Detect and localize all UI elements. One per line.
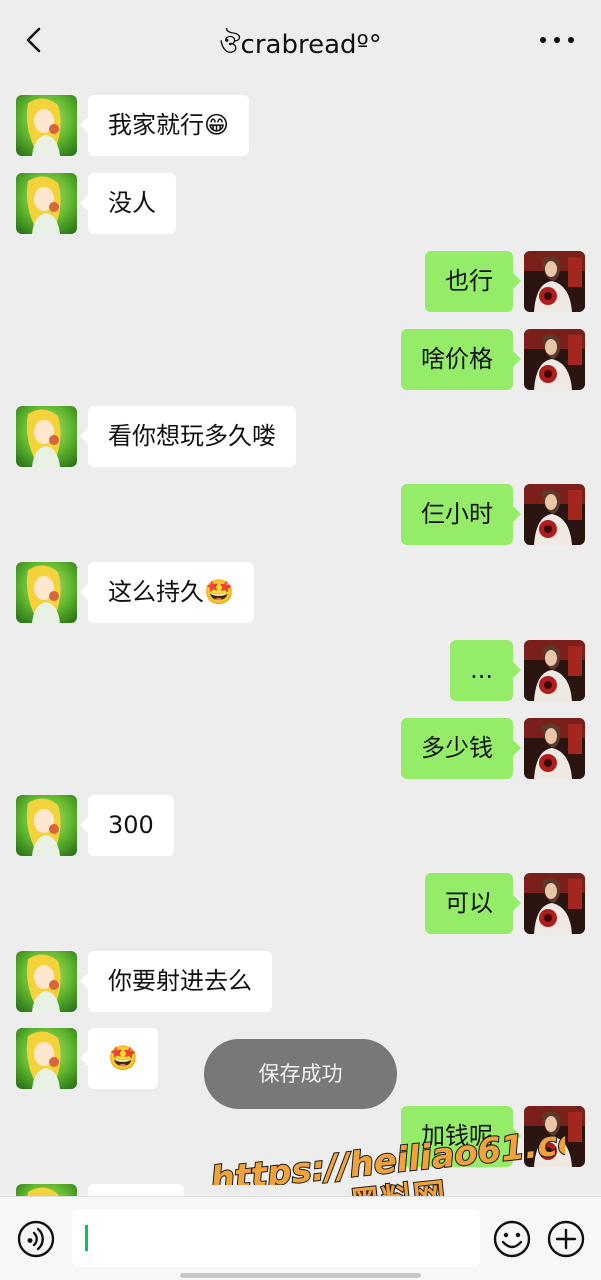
sent-message-bubble[interactable]: ... [450, 640, 521, 701]
contact-avatar[interactable] [16, 406, 77, 467]
message-row: 这么持久🤩 [0, 562, 601, 623]
message-row: 多少钱 [0, 718, 601, 779]
my-avatar[interactable] [524, 329, 585, 390]
chat-title: ঔcrabreadº° [219, 30, 382, 60]
text-cursor [85, 1225, 88, 1251]
message-row: 我家就行😁 [0, 95, 601, 156]
sent-message-bubble[interactable]: 仨小时 [401, 484, 521, 545]
contact-avatar[interactable] [16, 795, 77, 856]
my-avatar[interactable] [524, 718, 585, 779]
home-indicator [180, 1273, 421, 1278]
sent-message-bubble[interactable]: 可以 [425, 873, 521, 934]
message-row: 可以 [0, 873, 601, 934]
received-message-bubble[interactable]: 我家就行😁 [79, 95, 250, 156]
message-row: 啥价格 [0, 329, 601, 390]
received-message-bubble[interactable]: 没人 [80, 173, 176, 234]
my-avatar[interactable] [524, 251, 585, 312]
message-row: 300 [0, 795, 601, 856]
message-row: 没人 [0, 173, 601, 234]
plus-icon[interactable] [546, 1219, 586, 1259]
top-bar: ঔcrabreadº° [0, 0, 601, 80]
contact-avatar[interactable] [16, 173, 77, 234]
sent-message-bubble[interactable]: 多少钱 [401, 718, 521, 779]
received-message-bubble[interactable]: 看你想玩多久喽 [80, 406, 296, 467]
contact-avatar[interactable] [16, 562, 77, 623]
message-input[interactable] [72, 1209, 480, 1267]
contact-avatar[interactable] [16, 95, 77, 156]
received-message-bubble[interactable]: 🤩 [80, 1028, 158, 1089]
contact-avatar[interactable] [16, 1028, 77, 1089]
voice-icon[interactable] [16, 1219, 56, 1259]
message-row: 看你想玩多久喽 [0, 406, 601, 467]
received-message-bubble[interactable]: 300 [80, 795, 174, 856]
received-message-bubble[interactable]: 这么持久🤩 [80, 562, 254, 623]
my-avatar[interactable] [524, 873, 585, 934]
message-row: ... [0, 640, 601, 701]
sent-message-bubble[interactable]: 啥价格 [401, 329, 521, 390]
my-avatar[interactable] [524, 640, 585, 701]
message-row: 你要射进去么 [0, 951, 601, 1012]
my-avatar[interactable] [524, 484, 585, 545]
received-message-bubble[interactable]: 你要射进去么 [80, 951, 272, 1012]
message-row: 仨小时 [0, 484, 601, 545]
sent-message-bubble[interactable]: 也行 [425, 251, 521, 312]
emoji-icon[interactable] [492, 1219, 532, 1259]
message-row: 也行 [0, 251, 601, 312]
save-success-toast: 保存成功 [204, 1039, 397, 1109]
more-dots-icon[interactable] [537, 30, 577, 50]
input-bar [0, 1196, 601, 1280]
contact-avatar[interactable] [16, 951, 77, 1012]
